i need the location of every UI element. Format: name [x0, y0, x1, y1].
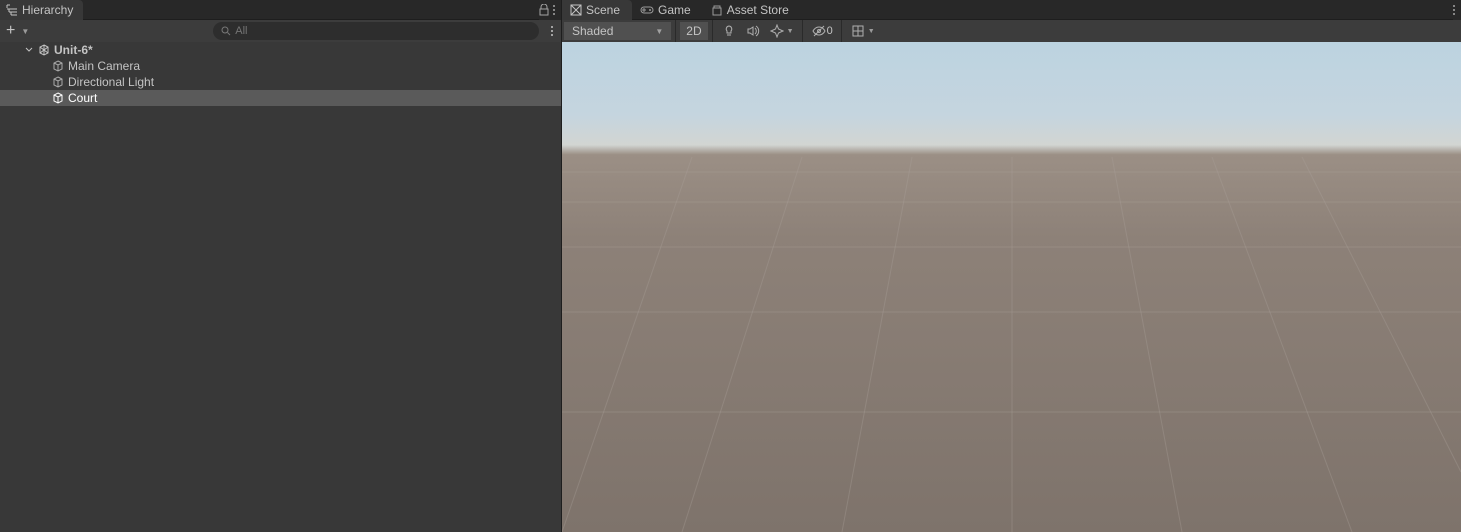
eye-off-icon: [812, 24, 826, 38]
tab-game[interactable]: Game: [632, 0, 703, 20]
search-input[interactable]: [235, 25, 531, 37]
scene-toolbar: Shaded ▼ 2D ▼: [562, 20, 1461, 42]
scene-panel: Scene Game Asset Store Shaded ▼ 2D: [562, 0, 1461, 532]
gameobject-icon: [52, 76, 64, 88]
hierarchy-tabrow: Hierarchy: [0, 0, 561, 20]
gameobject-icon: [52, 60, 64, 72]
scene-icon: [570, 4, 582, 16]
scene-grid: [562, 42, 1461, 532]
tabrow-filler: [801, 0, 1453, 20]
create-button[interactable]: +: [4, 23, 17, 39]
hierarchy-item-directional-light[interactable]: Directional Light: [0, 74, 561, 90]
hierarchy-toolbar: + ▼: [0, 20, 561, 42]
separator: [712, 20, 713, 42]
hierarchy-tab-label: Hierarchy: [22, 3, 73, 17]
fx-dropdown[interactable]: ▼: [765, 20, 798, 42]
gameobject-icon: [52, 92, 64, 104]
scene-tabrow: Scene Game Asset Store: [562, 0, 1461, 20]
app-root: Hierarchy + ▼ Unit-6*: [0, 0, 1461, 532]
chevron-down-icon: ▼: [787, 28, 794, 35]
tab-asset-store[interactable]: Asset Store: [703, 0, 801, 20]
gizmo-dropdown[interactable]: ▼: [846, 20, 879, 42]
panel-menu-button[interactable]: [553, 5, 555, 15]
search-icon: [221, 26, 231, 36]
grid-icon: [851, 24, 865, 38]
hierarchy-icon: [6, 4, 18, 16]
scene-label: Unit-6*: [54, 43, 93, 57]
grid-icon-button: [846, 20, 870, 42]
scene-viewport[interactable]: [562, 42, 1461, 532]
lock-icon[interactable]: [539, 4, 549, 16]
audio-toggle[interactable]: [741, 20, 765, 42]
item-label: Court: [68, 91, 97, 105]
separator: [675, 20, 676, 42]
eye-off-button: [807, 20, 831, 42]
sparkle-icon: [770, 24, 784, 38]
store-icon: [711, 4, 723, 16]
chevron-down-icon: ▼: [868, 28, 875, 35]
hierarchy-tab[interactable]: Hierarchy: [0, 0, 83, 20]
two-d-label: 2D: [686, 24, 701, 38]
item-label: Directional Light: [68, 75, 154, 89]
hierarchy-search[interactable]: [213, 22, 539, 40]
create-dropdown-caret[interactable]: ▼: [21, 27, 29, 36]
hierarchy-tree: Unit-6* Main Camera Directional Light Co…: [0, 42, 561, 532]
chevron-down-icon: ▼: [655, 27, 663, 36]
game-icon: [640, 5, 654, 15]
lighting-toggle[interactable]: [717, 20, 741, 42]
hierarchy-options-button[interactable]: [551, 26, 553, 36]
tabrow-filler: [83, 0, 539, 20]
two-d-toggle[interactable]: 2D: [680, 22, 707, 40]
tab-label: Asset Store: [727, 3, 789, 17]
hidden-objects-button[interactable]: 0: [807, 20, 837, 42]
hierarchy-item-court[interactable]: Court: [0, 90, 561, 106]
tab-label: Scene: [586, 3, 620, 17]
tab-scene[interactable]: Scene: [562, 0, 632, 20]
scene-row[interactable]: Unit-6*: [0, 42, 561, 58]
tab-label: Game: [658, 3, 691, 17]
lightbulb-icon: [722, 24, 736, 38]
hierarchy-item-main-camera[interactable]: Main Camera: [0, 58, 561, 74]
expand-caret-icon[interactable]: [24, 46, 34, 54]
item-label: Main Camera: [68, 59, 140, 73]
hierarchy-panel: Hierarchy + ▼ Unit-6*: [0, 0, 562, 532]
speaker-icon: [746, 24, 760, 38]
shading-mode-dropdown[interactable]: Shaded ▼: [564, 22, 671, 40]
separator: [802, 20, 803, 42]
unity-logo-icon: [38, 44, 50, 56]
shading-mode-label: Shaded: [572, 24, 613, 38]
panel-menu-button[interactable]: [1453, 5, 1455, 15]
separator: [841, 20, 842, 42]
fx-icon-button: [765, 20, 789, 42]
